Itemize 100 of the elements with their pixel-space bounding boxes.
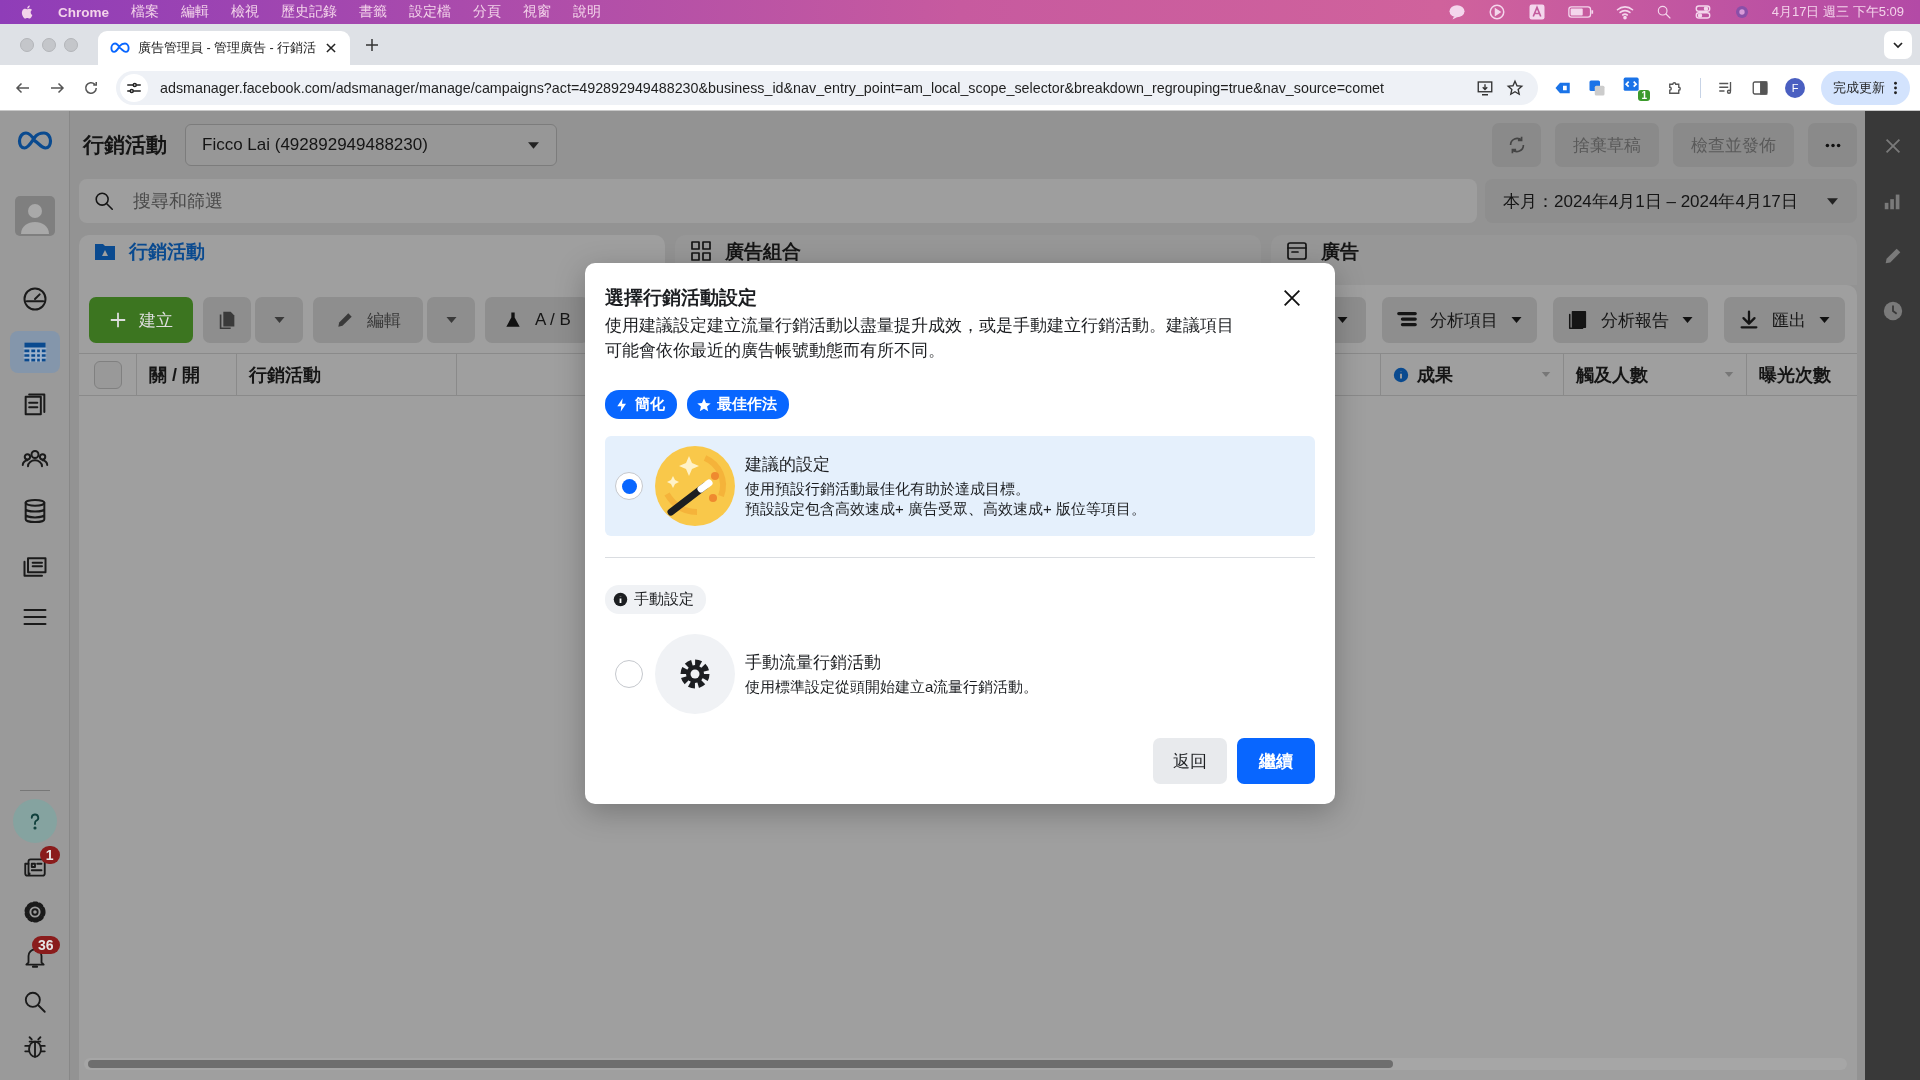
newspaper-nav-button[interactable]: 1 [9, 846, 60, 888]
search-bar[interactable]: 搜尋和篩選 [79, 179, 1477, 223]
toggle-icon[interactable] [1693, 3, 1712, 21]
column-header[interactable]: 成果 [1417, 362, 1453, 387]
kebab-icon [1893, 79, 1898, 96]
back-button[interactable]: 返回 [1153, 738, 1227, 784]
help-nav-button[interactable] [12, 799, 57, 843]
browser-tab[interactable]: 廣告管理員 - 管理廣告 - 行銷活 [98, 31, 351, 65]
level-tab[interactable]: 廣告 [1271, 235, 1857, 285]
address-bar[interactable]: adsmanager.facebook.com/adsmanager/manage/campaigns?act=492892949488230&business_id&nav_entry_point=am_local_scope_selector&breakdown_regrouping=true&nav_source=comet [116, 70, 1538, 105]
setup-option[interactable]: 建議的設定 使用預設行銷活動最佳化有助於達成目標。 預設設定包含高效速成+ 廣告受眾、高效速成+ 版位等項目。 [605, 436, 1315, 536]
pages-icon [1567, 309, 1589, 331]
play-icon[interactable] [1487, 3, 1506, 21]
info-icon [613, 592, 628, 607]
star-icon[interactable] [1506, 78, 1524, 97]
menu-bar-item[interactable]: 編輯 [181, 3, 209, 21]
orb-icon[interactable] [1733, 4, 1750, 20]
setup-option[interactable]: 手動流量行銷活動 使用標準設定從頭開始建立a流量行銷活動。 [605, 624, 1315, 724]
plus-icon [109, 311, 127, 329]
notification-badge: 1 [39, 846, 60, 864]
caret-icon [272, 316, 286, 324]
refresh-button[interactable] [1492, 123, 1541, 167]
feature-tag: 簡化 [605, 390, 677, 419]
option-description: 使用標準設定從頭開始建立a流量行銷活動。 [745, 677, 1039, 697]
site-settings-icon[interactable] [120, 73, 148, 102]
caret-icon [1681, 316, 1694, 324]
caret-icon [1335, 316, 1349, 324]
clock-icon[interactable] [1881, 300, 1904, 322]
search-icon [93, 190, 115, 212]
create-button[interactable]: 建立 [89, 297, 193, 343]
edit-button[interactable]: 編輯 [313, 297, 423, 343]
menu-bar-item[interactable]: 設定檔 [409, 3, 451, 21]
profile-avatar[interactable]: F [1785, 77, 1805, 98]
menu-bar-item[interactable]: 歷史記錄 [281, 3, 337, 21]
battery-icon[interactable] [1567, 5, 1594, 19]
window-icon [1285, 239, 1309, 263]
feature-tag: 最佳作法 [687, 390, 789, 419]
option-title: 建議的設定 [745, 454, 831, 476]
close-icon[interactable] [1281, 287, 1303, 309]
new-tab-icon[interactable] [364, 36, 381, 53]
pencil-icon [335, 310, 355, 330]
caret-icon [1510, 316, 1523, 324]
radio-button[interactable] [615, 660, 643, 688]
menu-bar-item[interactable]: 書籤 [359, 3, 387, 21]
account-dropdown[interactable]: Ficco Lai (492892949488230) [185, 124, 557, 166]
menu-bar-clock[interactable]: 4月17日 週三 下午5:09 [1771, 3, 1904, 21]
column-header[interactable]: 行銷活動 [249, 362, 321, 387]
flask-icon [503, 310, 523, 330]
info-icon [1393, 366, 1409, 383]
column-header[interactable]: 關 / 開 [149, 362, 200, 387]
date-range-picker[interactable]: 本月：2024年4月1日 – 2024年4月17日 [1485, 179, 1857, 223]
caret-icon [527, 140, 540, 150]
tab-title: 廣告管理員 - 管理廣告 - 行銷活 [138, 39, 317, 57]
input-method-icon[interactable] [1527, 3, 1546, 21]
menu-bar-item[interactable]: 說明 [573, 3, 601, 21]
bug-icon [21, 1034, 48, 1060]
column-header[interactable]: 曝光次數 [1759, 362, 1831, 387]
continue-button[interactable]: 繼續 [1237, 738, 1315, 784]
close-icon[interactable] [324, 41, 339, 55]
chat-bubble-icon[interactable] [1447, 3, 1466, 21]
table-nav-button[interactable] [9, 331, 60, 373]
dialog-description: 使用建議設定建立流量行銷活動以盡量提升成效，或是手動建立行銷活動。建議項目可能會依你最近的廣告帳號動態而有所不同。 [605, 315, 1235, 362]
download-icon [1738, 309, 1760, 331]
install-icon[interactable] [1476, 78, 1494, 97]
duplicate-button[interactable] [203, 297, 251, 343]
url-text: adsmanager.facebook.com/adsmanager/manage/campaigns?act=492892949488230&business_id&nav_entry_point=am_local_scope_selector&breakdown_regrouping=true&nav_source=comet [160, 79, 1384, 96]
tab-search-button[interactable] [1884, 30, 1912, 59]
notification-badge: 36 [31, 936, 60, 954]
settings-icon [655, 634, 735, 714]
translate-icon[interactable] [1588, 78, 1606, 97]
horizontal-scrollbar[interactable] [84, 1058, 1847, 1070]
grid-icon [689, 239, 713, 263]
search-icon[interactable] [1655, 4, 1672, 20]
menu-bar-app-name[interactable]: Chrome [58, 4, 109, 20]
level-tab[interactable]: 行銷活動 [79, 235, 665, 285]
more-icon [1824, 142, 1841, 148]
option-description: 使用預設行銷活動最佳化有助於達成目標。 [745, 479, 1031, 499]
toolbar-dropdown-button[interactable]: 匯出 [1724, 297, 1845, 343]
infinity-logo-icon[interactable] [16, 131, 53, 151]
side-panel-icon[interactable] [1751, 78, 1769, 97]
option-description: 預設設定包含高效速成+ 廣告受眾、高效速成+ 版位等項目。 [745, 499, 1146, 519]
dialog-title: 選擇行銷活動設定 [605, 286, 758, 310]
magic-wand-icon [655, 446, 735, 526]
wifi-icon[interactable] [1615, 3, 1634, 21]
search-input[interactable]: 搜尋和篩選 [131, 189, 1463, 213]
toolbar-dropdown-button[interactable]: 分析項目 [1382, 297, 1537, 343]
page-title: 行銷活動 [81, 132, 168, 158]
extension-badge: 1 [1638, 89, 1650, 101]
select-all-checkbox[interactable] [93, 360, 122, 389]
menu-bar-item[interactable]: 檔案 [131, 3, 159, 21]
radio-button[interactable] [615, 472, 643, 500]
account-name: Ficco Lai (492892949488230) [202, 135, 428, 155]
menu-bar-item[interactable]: 檢視 [231, 3, 259, 21]
date-range-text: 本月：2024年4月1日 – 2024年4月17日 [1503, 190, 1798, 213]
menu-bar-item[interactable]: 分頁 [473, 3, 501, 21]
bell-nav-button[interactable]: 36 [9, 936, 60, 978]
toolbar-dropdown-button[interactable]: 分析報告 [1553, 297, 1708, 343]
update-button[interactable]: 完成更新 [1821, 70, 1910, 105]
column-header[interactable]: 觸及人數 [1576, 362, 1648, 387]
menu-bar-item[interactable]: 視窗 [523, 3, 551, 21]
